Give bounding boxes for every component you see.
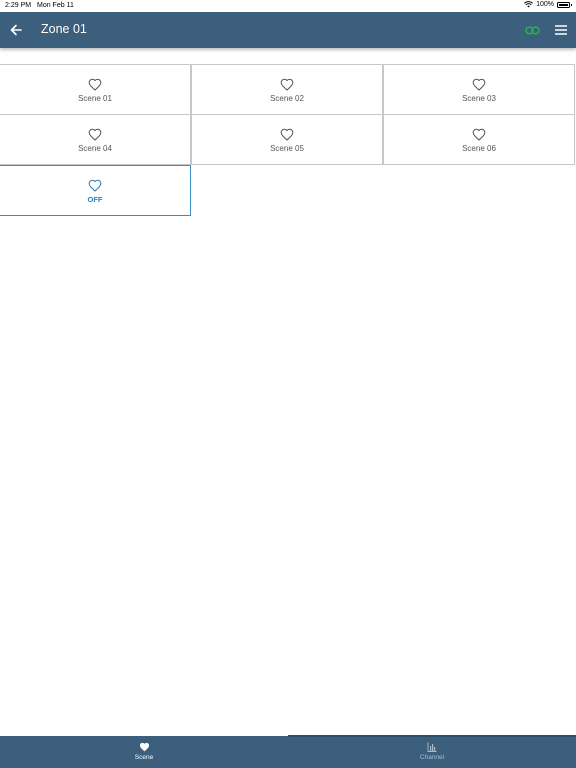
heart-icon (139, 742, 149, 751)
heart-outline-icon (280, 128, 294, 141)
tab-scene[interactable]: Scene (0, 736, 288, 768)
heart-outline-icon (88, 179, 102, 192)
app-bar: Zone 01 (0, 12, 576, 48)
scene-label: Scene 04 (78, 144, 112, 153)
hamburger-menu-icon (555, 25, 567, 35)
heart-outline-icon (88, 78, 102, 91)
scene-label: Scene 01 (78, 94, 112, 103)
scene-tile-03[interactable]: Scene 03 (383, 64, 575, 115)
scene-tile-06[interactable]: Scene 06 (383, 114, 575, 165)
scene-label: Scene 02 (270, 94, 304, 103)
bar-chart-icon (427, 742, 437, 752)
back-button[interactable] (6, 20, 26, 40)
scene-label: Scene 05 (270, 144, 304, 153)
arrow-left-icon (10, 24, 22, 36)
tab-channel[interactable]: Channel (288, 736, 576, 768)
status-bar: 2:29 PM Mon Feb 11 100% (0, 0, 576, 12)
battery-percent: 100% (536, 1, 554, 8)
wifi-icon (524, 1, 534, 8)
page-title: Zone 01 (41, 22, 87, 36)
link-icon (524, 25, 540, 35)
scene-tile-05[interactable]: Scene 05 (191, 114, 383, 165)
scene-label-off: OFF (87, 195, 103, 204)
status-right: 100% (524, 1, 572, 8)
menu-button[interactable] (551, 20, 571, 40)
battery-icon (557, 1, 572, 8)
scene-tile-01[interactable]: Scene 01 (0, 64, 191, 115)
scene-tile-off[interactable]: OFF (0, 165, 191, 216)
scene-label: Scene 06 (462, 144, 496, 153)
heart-outline-icon (472, 128, 486, 141)
heart-outline-icon (88, 128, 102, 141)
scene-label: Scene 03 (462, 94, 496, 103)
scene-tile-02[interactable]: Scene 02 (191, 64, 383, 115)
heart-outline-icon (280, 78, 294, 91)
link-button[interactable] (522, 20, 542, 40)
status-time: 2:29 PM (5, 2, 32, 9)
status-date: Mon Feb 11 (37, 2, 74, 9)
tab-scene-label: Scene (134, 754, 154, 761)
bottom-nav: Scene Channel (0, 735, 576, 768)
tab-channel-label: Channel (419, 754, 445, 761)
scene-tile-04[interactable]: Scene 04 (0, 114, 191, 165)
heart-outline-icon (472, 78, 486, 91)
